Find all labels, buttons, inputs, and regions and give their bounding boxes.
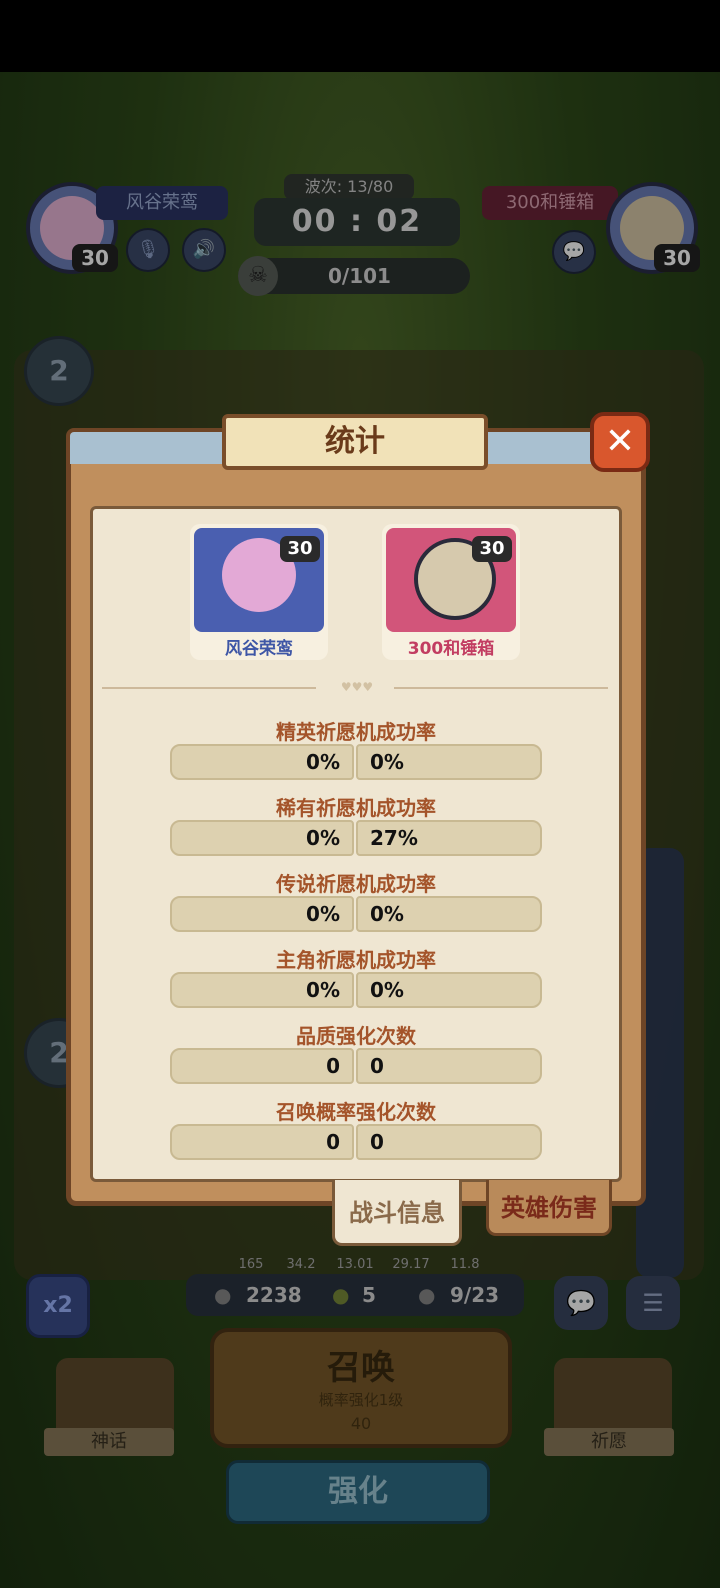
section-divider: ♥♥♥ [102,680,608,694]
stat-row: 0% 0% [170,972,542,1008]
stat-row: 0% 27% [170,820,542,856]
stat-left-value: 0% [170,896,354,932]
player-name: 300和锤箱 [407,639,495,659]
tab-battle-info[interactable]: 战斗信息 [332,1180,462,1246]
stat-left-value: 0% [170,744,354,780]
stat-label: 召唤概率强化次数 [276,1100,436,1124]
status-bar [0,0,720,72]
stat-right-value: 0 [356,1048,542,1084]
stat-right-value: 0 [356,1124,542,1160]
stat-right-value: 0% [356,896,542,932]
stat-row: 0% 0% [170,744,542,780]
stat-label: 精英祈愿机成功率 [276,720,436,744]
player-card-right: 30 300和锤箱 [382,524,520,660]
stat-left-value: 0% [170,820,354,856]
stat-row: 0 0 [170,1048,542,1084]
player-level: 30 [280,536,320,562]
stat-label: 品质强化次数 [296,1024,416,1048]
stat-row: 0% 0% [170,896,542,932]
stat-right-value: 27% [356,820,542,856]
modal-title: 统计 [222,414,488,470]
stat-label: 稀有祈愿机成功率 [276,796,436,820]
stat-label: 传说祈愿机成功率 [276,872,436,896]
player-level: 30 [472,536,512,562]
stat-right-value: 0% [356,744,542,780]
heart-icon: ♥♥♥ [340,680,374,694]
close-icon[interactable]: ✕ [590,412,650,472]
tab-hero-damage[interactable]: 英雄伤害 [486,1180,612,1236]
stat-row: 0 0 [170,1124,542,1160]
stat-left-value: 0 [170,1048,354,1084]
stat-right-value: 0% [356,972,542,1008]
stat-left-value: 0% [170,972,354,1008]
player-card-left: 30 风谷荣鸾 [190,524,328,660]
stat-label: 主角祈愿机成功率 [276,948,436,972]
stat-left-value: 0 [170,1124,354,1160]
player-name: 风谷荣鸾 [225,639,293,659]
